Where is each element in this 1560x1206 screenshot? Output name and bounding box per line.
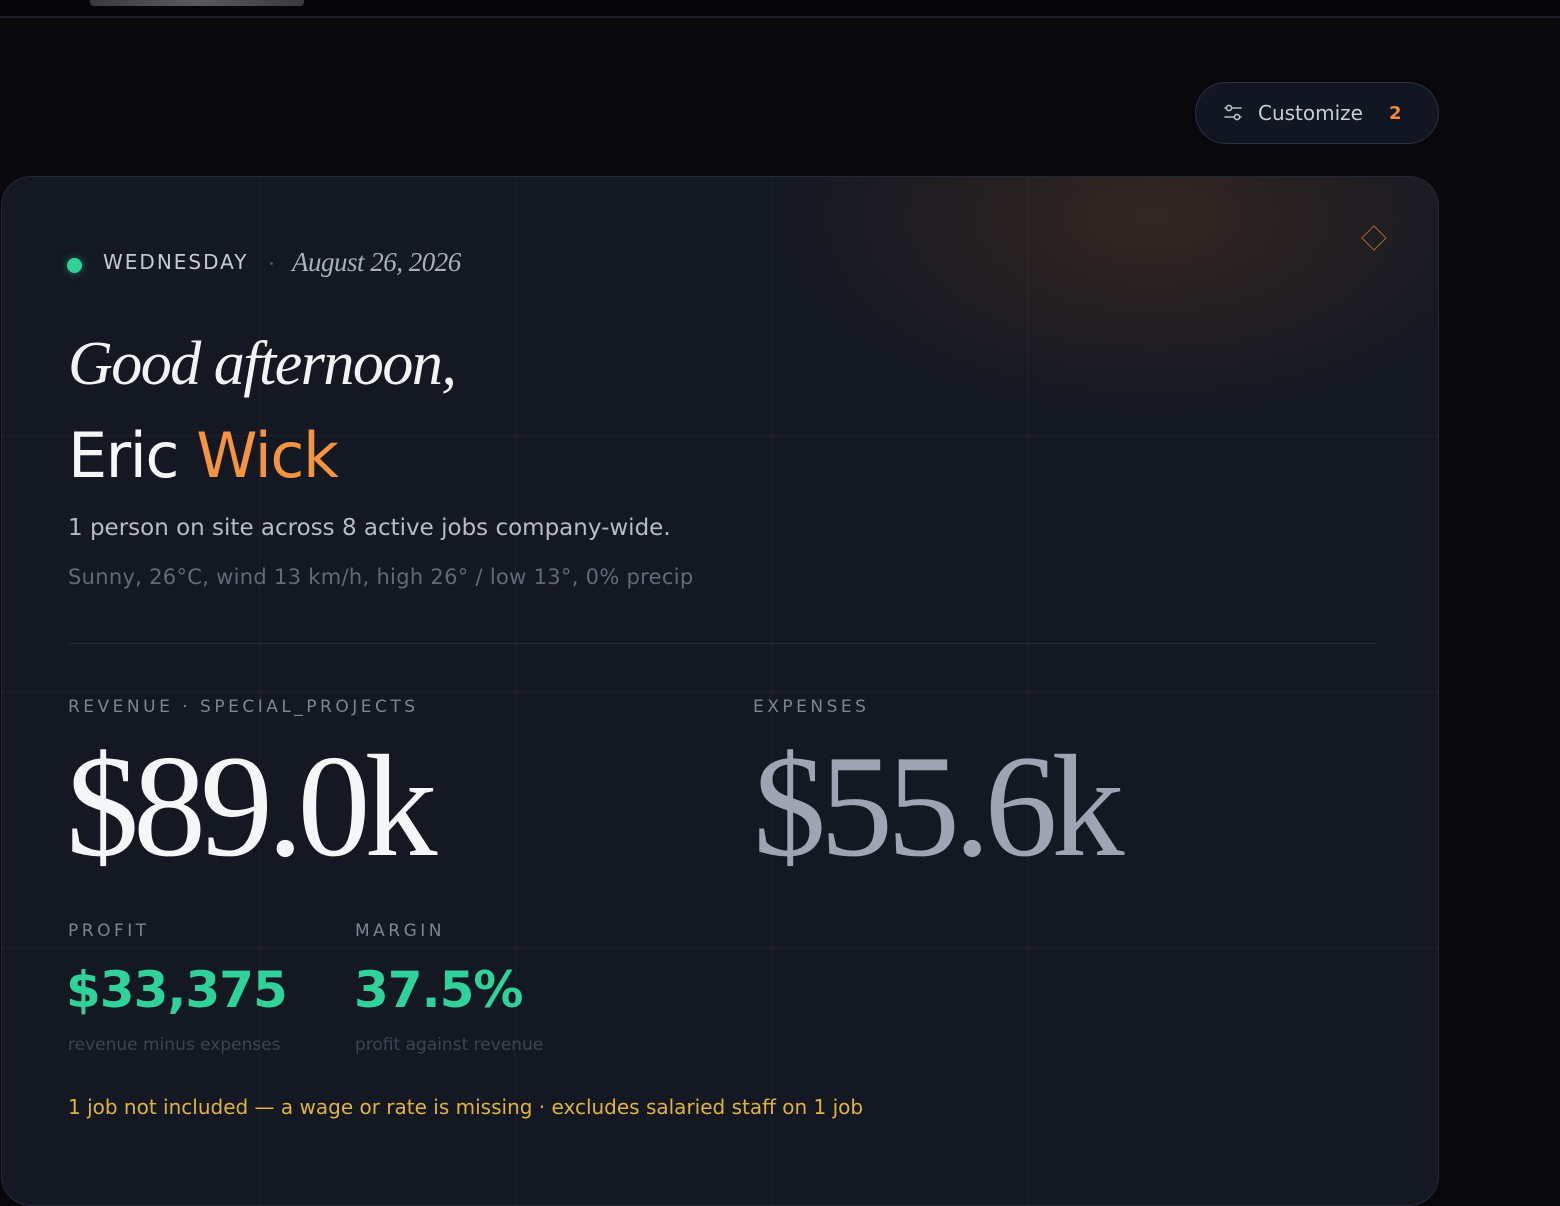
site-summary: 1 person on site across 8 active jobs co…	[68, 515, 671, 541]
customize-button[interactable]: Customize 2	[1195, 82, 1439, 144]
top-bar	[0, 0, 1560, 18]
status-dot	[67, 258, 82, 273]
profit-subtext: revenue minus expenses	[68, 1035, 281, 1055]
sliders-icon	[1224, 104, 1242, 121]
user-name: Eric Wick	[68, 419, 339, 492]
grid-line	[2, 691, 1438, 692]
margin-label: MARGIN	[355, 921, 446, 941]
profit-value: $33,375	[66, 961, 288, 1019]
expenses-value: $55.6k	[753, 725, 1124, 887]
revenue-label: REVENUE · SPECIAL_PROJECTS	[68, 697, 419, 717]
margin-value: 37.5%	[354, 961, 523, 1019]
customize-label: Customize	[1258, 101, 1363, 125]
weekday-label: WEDNESDAY	[103, 250, 249, 274]
diamond-icon	[1361, 225, 1387, 251]
date-label: August 26, 2026	[292, 247, 461, 277]
greeting-text: Good afternoon,	[68, 330, 457, 398]
top-tab[interactable]	[90, 0, 304, 6]
profit-label: PROFIT	[68, 921, 150, 941]
revenue-value: $89.0k	[66, 725, 437, 887]
margin-subtext: profit against revenue	[355, 1035, 544, 1055]
weather-summary: Sunny, 26°C, wind 13 km/h, high 26° / lo…	[68, 565, 694, 589]
separator-dot	[270, 262, 273, 265]
customize-count-badge: 2	[1388, 102, 1402, 124]
grid-line	[2, 947, 1438, 948]
missing-data-warning: 1 job not included — a wage or rate is m…	[68, 1095, 864, 1119]
expenses-label: EXPENSES	[753, 697, 870, 717]
divider	[68, 643, 1376, 644]
last-name: Wick	[196, 419, 339, 492]
greeting-card: WEDNESDAY August 26, 2026 Good afternoon…	[1, 176, 1439, 1206]
first-name: Eric	[68, 419, 179, 492]
